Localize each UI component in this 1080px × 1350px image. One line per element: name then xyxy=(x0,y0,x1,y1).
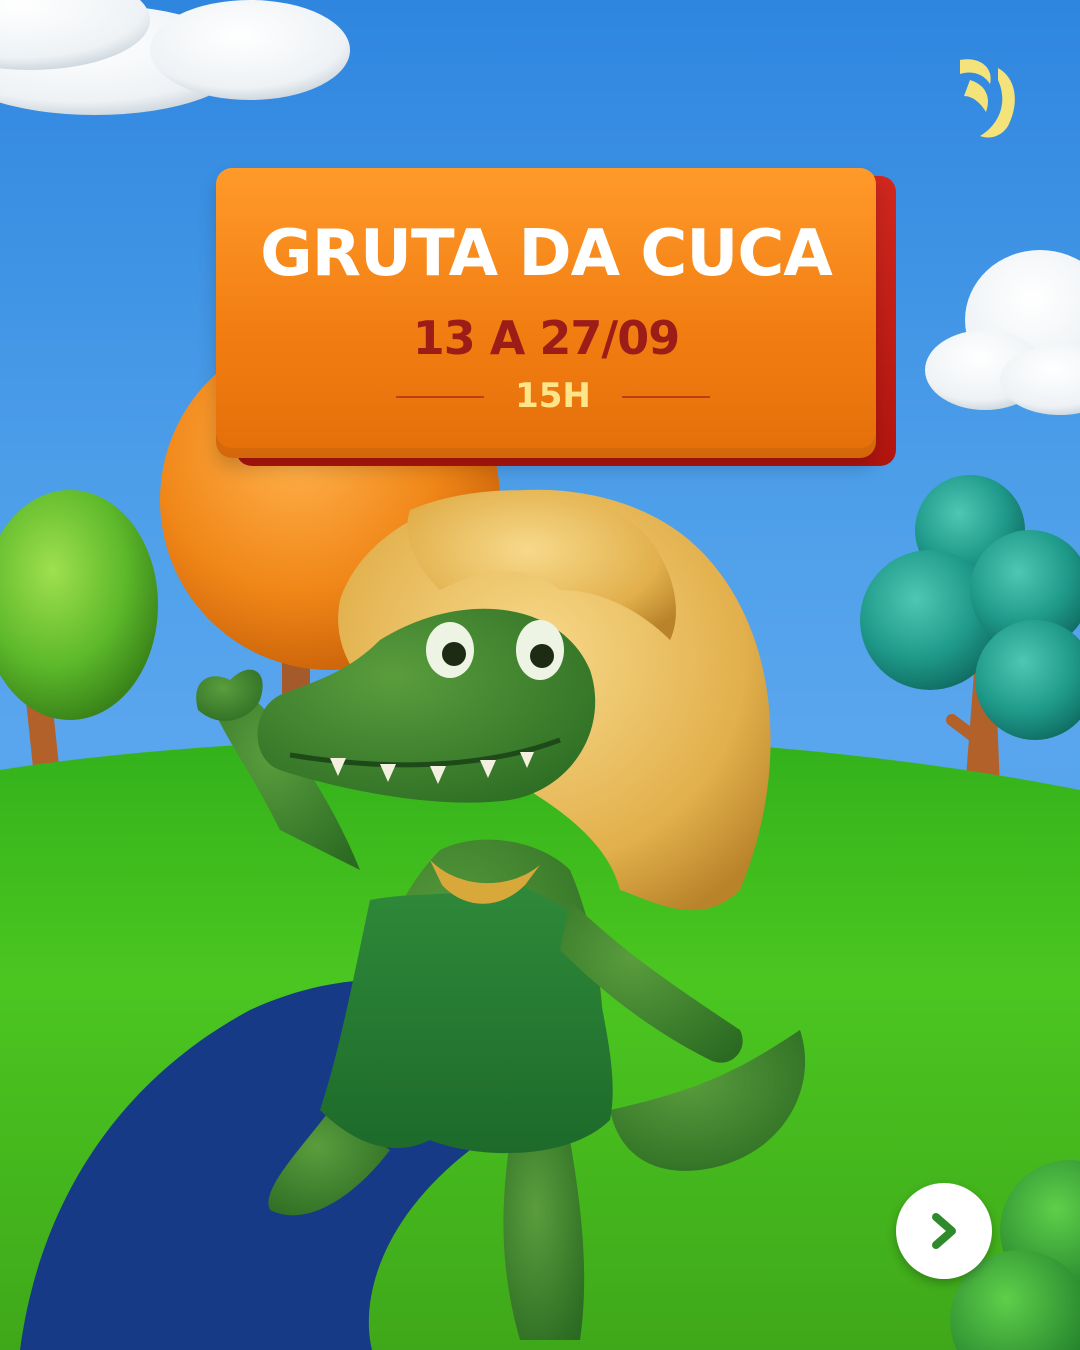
event-title: GRUTA DA CUCA xyxy=(260,217,833,291)
event-dates: 13 A 27/09 xyxy=(412,311,680,365)
cloud-top-left xyxy=(0,0,350,115)
divider-left xyxy=(396,396,484,398)
event-time-row: 15H xyxy=(396,372,710,420)
next-slide-button[interactable] xyxy=(896,1183,992,1279)
cloud-right xyxy=(925,250,1080,415)
leaf-flame-logo-icon xyxy=(960,59,1015,138)
cuca-alligator-illustration xyxy=(196,489,806,1340)
post-canvas: GRUTA DA CUCA 13 A 27/09 15H xyxy=(0,0,1080,1350)
divider-right xyxy=(622,396,710,398)
chevron-right-icon xyxy=(932,1213,956,1249)
event-time: 15H xyxy=(515,376,591,416)
